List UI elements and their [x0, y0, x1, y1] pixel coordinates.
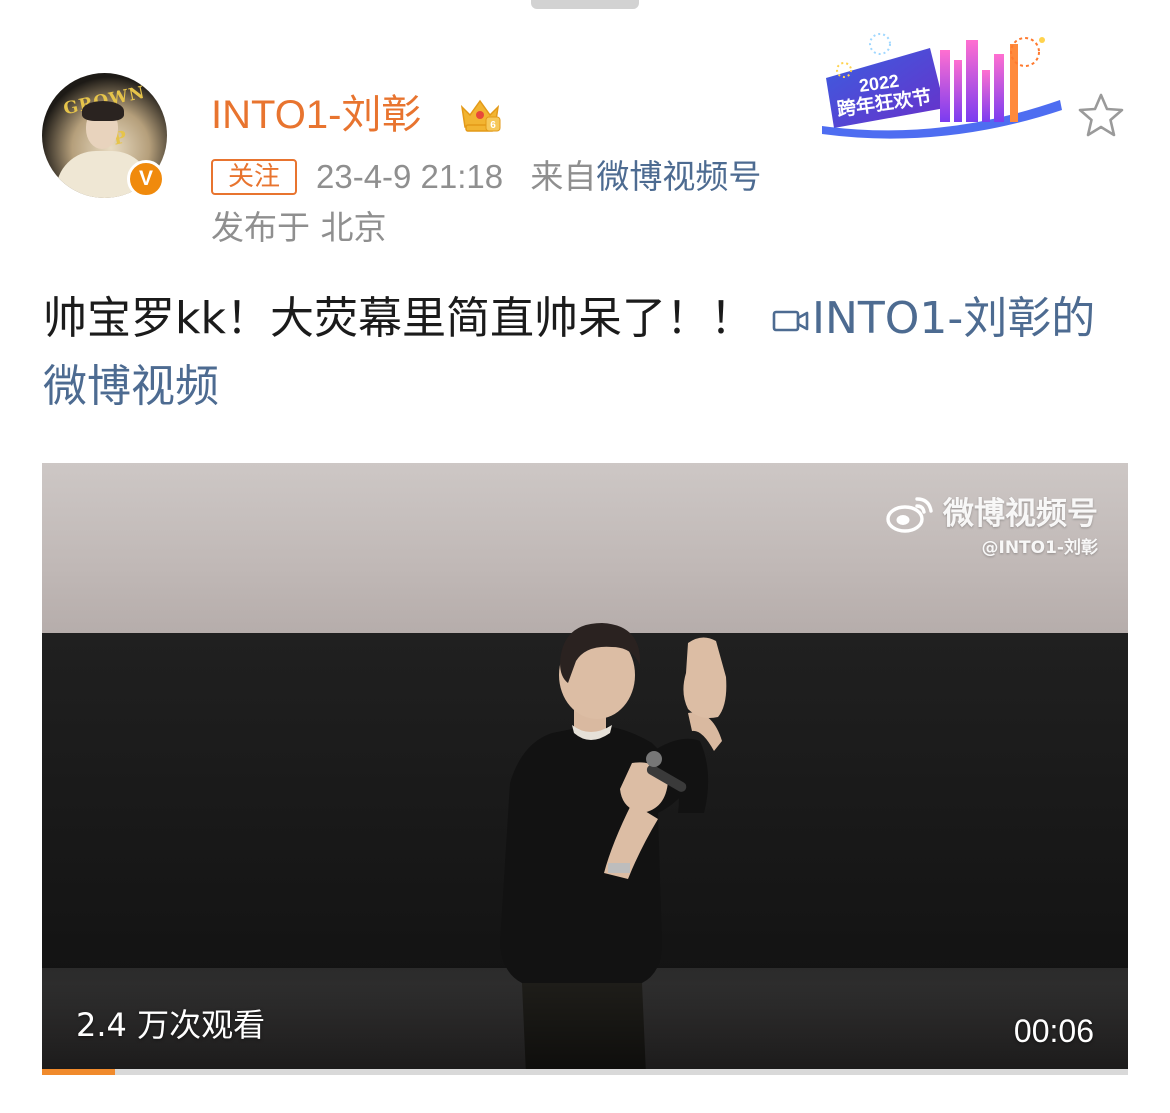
video-progress-fill	[42, 1069, 115, 1075]
weibo-logo-icon	[886, 497, 933, 533]
sheet-grab-handle[interactable]	[531, 0, 639, 9]
crown-vip-icon[interactable]: 6	[458, 95, 502, 135]
post-location: 发布于 北京	[211, 208, 387, 247]
post-meta: 23-4-9 21:18 来自微博视频号	[316, 152, 761, 202]
video-duration: 00:06	[1013, 1013, 1094, 1049]
follow-button[interactable]: 关注	[211, 159, 297, 195]
video-camera-icon	[772, 310, 809, 332]
post-timestamp: 23-4-9 21:18	[316, 158, 504, 195]
avatar-hair	[82, 101, 124, 121]
username[interactable]: INTO1-刘彰	[211, 88, 421, 142]
watermark-title: 微博视频号	[943, 496, 1098, 532]
source-link[interactable]: 微博视频号	[596, 158, 761, 195]
weibo-post-page: GROWN UP V INTO1-刘彰 6 关注 23-4-9 21:18 来自…	[0, 0, 1170, 1113]
video-watermark: 微博视频号 @INTO1-刘彰	[885, 493, 1098, 561]
svg-text:6: 6	[490, 120, 496, 131]
watermark-handle: @INTO1-刘彰	[981, 538, 1099, 558]
source-prefix: 来自	[530, 158, 597, 195]
star-favorite-icon[interactable]	[1075, 90, 1127, 142]
video-player[interactable]: 微博视频号 @INTO1-刘彰 2.4 万次观看 00:06	[42, 463, 1128, 1075]
new-year-festival-banner[interactable]: 2022 跨年狂欢节	[820, 30, 1065, 140]
post-text: 帅宝罗kk！大荧幕里简直帅呆了！！	[43, 293, 754, 344]
verified-v-icon: V	[127, 160, 165, 198]
video-progress-bar[interactable]	[42, 1069, 1128, 1075]
post-body: 帅宝罗kk！大荧幕里简直帅呆了！！ INTO1-刘彰的微博视频	[43, 285, 1123, 421]
view-count: 2.4 万次观看	[76, 1006, 266, 1044]
